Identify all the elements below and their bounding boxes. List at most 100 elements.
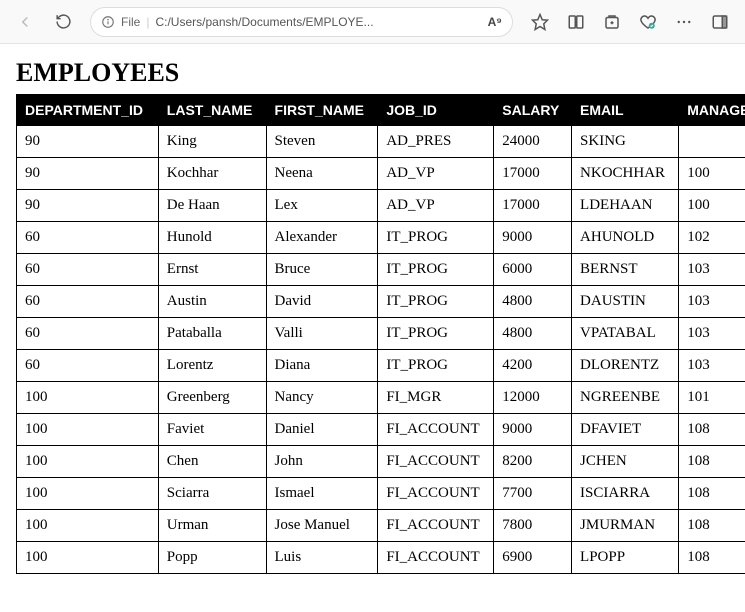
cell-department_id: 100 [17,414,159,446]
cell-job_id: FI_ACCOUNT [378,542,494,574]
cell-last_name: Chen [158,446,266,478]
cell-first_name: Ismael [266,478,378,510]
refresh-button[interactable] [46,6,80,38]
cell-department_id: 60 [17,350,159,382]
table-row: 90De HaanLexAD_VP17000LDEHAAN100 [17,190,745,222]
address-bar[interactable]: File | C:/Users/pansh/Documents/EMPLOYE.… [90,7,513,37]
cell-last_name: Greenberg [158,382,266,414]
cell-email: BERNST [572,254,679,286]
column-header: LAST_NAME [158,95,266,126]
collections-button[interactable] [595,6,629,38]
cell-first_name: Daniel [266,414,378,446]
refresh-icon [55,13,72,30]
cell-last_name: Sciarra [158,478,266,510]
column-header: JOB_ID [378,95,494,126]
table-row: 100FavietDanielFI_ACCOUNT9000DFAVIET108 [17,414,745,446]
table-row: 100UrmanJose ManuelFI_ACCOUNT7800JMURMAN… [17,510,745,542]
cell-salary: 4800 [494,318,572,350]
cell-first_name: Bruce [266,254,378,286]
sidebar-button[interactable] [703,6,737,38]
column-header: EMAIL [572,95,679,126]
extension-button[interactable] [631,6,665,38]
cell-manager_id: 108 [679,478,745,510]
table-row: 60AustinDavidIT_PROG4800DAUSTIN103 [17,286,745,318]
arrow-left-icon [16,13,34,31]
cell-manager_id: 103 [679,286,745,318]
cell-manager_id: 102 [679,222,745,254]
cell-email: DFAVIET [572,414,679,446]
cell-email: JMURMAN [572,510,679,542]
dots-icon [675,13,693,31]
cell-first_name: Lex [266,190,378,222]
table-header: DEPARTMENT_IDLAST_NAMEFIRST_NAMEJOB_IDSA… [17,95,745,126]
cell-last_name: Ernst [158,254,266,286]
cell-department_id: 100 [17,542,159,574]
cell-salary: 8200 [494,446,572,478]
page-title: EMPLOYEES [16,58,729,88]
cell-job_id: FI_ACCOUNT [378,414,494,446]
cell-last_name: Pataballa [158,318,266,350]
cell-email: NGREENBE [572,382,679,414]
cell-salary: 9000 [494,222,572,254]
cell-salary: 7800 [494,510,572,542]
cell-manager_id: 100 [679,190,745,222]
cell-job_id: AD_PRES [378,126,494,158]
cell-job_id: IT_PROG [378,254,494,286]
back-button[interactable] [8,6,42,38]
cell-department_id: 60 [17,318,159,350]
cell-first_name: Diana [266,350,378,382]
cell-first_name: Steven [266,126,378,158]
cell-last_name: Lorentz [158,350,266,382]
scroll-container[interactable]: EMPLOYEES DEPARTMENT_IDLAST_NAMEFIRST_NA… [0,44,745,612]
cell-department_id: 60 [17,286,159,318]
cell-manager_id [679,126,745,158]
table-row: 90KingStevenAD_PRES24000SKING [17,126,745,158]
url-separator: | [146,15,149,29]
url-path: C:/Users/pansh/Documents/EMPLOYE... [155,15,477,29]
split-screen-button[interactable] [559,6,593,38]
cell-email: DAUSTIN [572,286,679,318]
cell-job_id: FI_ACCOUNT [378,478,494,510]
cell-job_id: FI_ACCOUNT [378,446,494,478]
cell-email: LDEHAAN [572,190,679,222]
toolbar-actions [523,6,737,38]
cell-salary: 17000 [494,158,572,190]
cell-manager_id: 108 [679,414,745,446]
cell-manager_id: 101 [679,382,745,414]
cell-salary: 17000 [494,190,572,222]
cell-job_id: IT_PROG [378,222,494,254]
browser-toolbar: File | C:/Users/pansh/Documents/EMPLOYE.… [0,0,745,44]
cell-manager_id: 103 [679,350,745,382]
reader-mode-badge[interactable]: A⁹ [488,15,502,29]
url-scheme-label: File [121,15,140,29]
cell-salary: 24000 [494,126,572,158]
cell-job_id: FI_MGR [378,382,494,414]
cell-manager_id: 108 [679,510,745,542]
cell-job_id: AD_VP [378,190,494,222]
cell-manager_id: 100 [679,158,745,190]
cell-first_name: John [266,446,378,478]
cell-email: LPOPP [572,542,679,574]
employees-table: DEPARTMENT_IDLAST_NAMEFIRST_NAMEJOB_IDSA… [16,94,745,574]
cell-salary: 6900 [494,542,572,574]
cell-last_name: Austin [158,286,266,318]
table-body: 90KingStevenAD_PRES24000SKING90KochharNe… [17,126,745,574]
favorite-button[interactable] [523,6,557,38]
cell-department_id: 100 [17,446,159,478]
panel-right-icon [711,13,729,31]
column-header: DEPARTMENT_ID [17,95,159,126]
table-row: 60HunoldAlexanderIT_PROG9000AHUNOLD102 [17,222,745,254]
cell-email: AHUNOLD [572,222,679,254]
cell-first_name: Nancy [266,382,378,414]
heart-check-icon [639,13,657,31]
cell-job_id: IT_PROG [378,318,494,350]
more-button[interactable] [667,6,701,38]
cell-salary: 4800 [494,286,572,318]
cell-salary: 7700 [494,478,572,510]
cell-department_id: 60 [17,254,159,286]
cell-email: SKING [572,126,679,158]
cell-email: ISCIARRA [572,478,679,510]
cell-department_id: 90 [17,158,159,190]
cell-salary: 9000 [494,414,572,446]
cell-last_name: Faviet [158,414,266,446]
